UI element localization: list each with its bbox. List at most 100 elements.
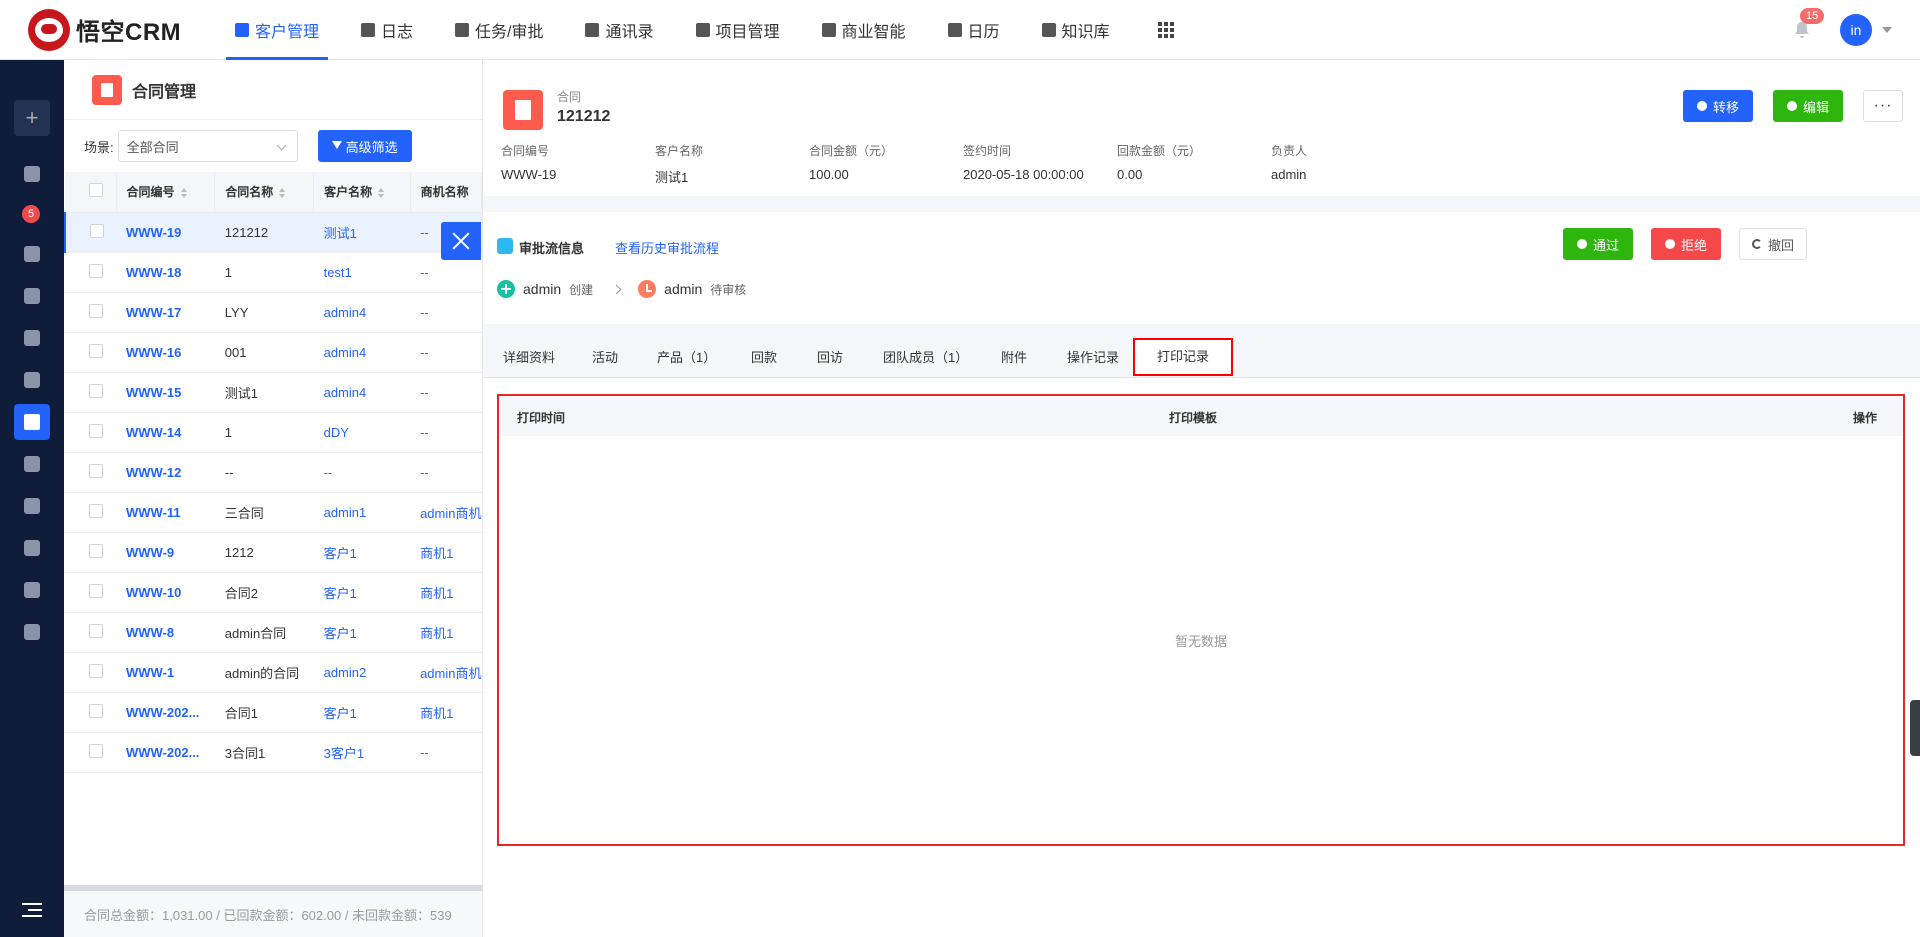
row-checkbox[interactable]: [89, 623, 103, 638]
customer-name-cell-text[interactable]: admin1: [324, 505, 367, 520]
contract-code-cell-text[interactable]: WWW-12: [126, 465, 181, 480]
quick-add-button[interactable]: +: [14, 100, 50, 136]
row-checkbox[interactable]: [89, 463, 103, 478]
customer-name-cell-text[interactable]: admin4: [324, 305, 367, 320]
reject-button[interactable]: 拒绝: [1651, 228, 1722, 260]
notification-bell[interactable]: 15: [1792, 8, 1825, 40]
nav-project-management[interactable]: 项目管理: [675, 0, 801, 60]
table-row[interactable]: WWW-19 121212 测试1 --: [63, 212, 482, 253]
approve-button[interactable]: 通过: [1563, 228, 1634, 260]
table-row[interactable]: WWW-17 LYY admin4 --: [65, 292, 482, 333]
opportunity-name-cell-text[interactable]: --: [420, 425, 429, 440]
customer-icon[interactable]: [24, 288, 40, 304]
send-icon[interactable]: [24, 624, 40, 640]
nav-customer-management[interactable]: 客户管理: [214, 0, 340, 60]
opportunity-name-cell-text[interactable]: 商机1: [420, 706, 453, 721]
tab-details[interactable]: 详细资料: [503, 338, 555, 378]
column-header[interactable]: 商机名称: [410, 172, 483, 213]
table-row[interactable]: WWW-202... 合同1 客户1 商机1: [65, 692, 482, 733]
row-checkbox[interactable]: [89, 423, 103, 438]
nav-knowledge-base[interactable]: 知识库: [1021, 0, 1131, 60]
sort-icon[interactable]: [378, 188, 385, 199]
opportunity-name-cell[interactable]: --: [410, 452, 482, 493]
select-all-checkbox[interactable]: [89, 183, 103, 198]
table-row[interactable]: WWW-11 三合同 admin1 admin商机: [65, 492, 482, 533]
row-checkbox[interactable]: [89, 383, 103, 398]
opportunity-name-cell-text[interactable]: --: [420, 225, 429, 240]
table-row[interactable]: WWW-9 1212 客户1 商机1: [65, 532, 482, 573]
transfer-button[interactable]: 转移: [1683, 90, 1754, 122]
opportunity-name-cell-text[interactable]: 商机1: [420, 626, 453, 641]
row-checkbox[interactable]: [89, 583, 103, 598]
table-row[interactable]: WWW-12 -- -- --: [65, 452, 482, 493]
customer-name-cell[interactable]: 客户1: [313, 692, 411, 733]
contract-code-cell-text[interactable]: WWW-14: [126, 425, 181, 440]
contract-code-cell[interactable]: WWW-202...: [116, 732, 215, 773]
contract-code-cell-text[interactable]: WWW-1: [126, 665, 174, 680]
tab-operation-log[interactable]: 操作记录: [1067, 338, 1119, 378]
sidebar-todo-badge[interactable]: 5: [22, 205, 40, 223]
column-header[interactable]: 客户名称: [313, 172, 411, 213]
clue-icon[interactable]: [24, 246, 40, 262]
customer-name-cell-text[interactable]: 3客户1: [324, 746, 364, 761]
opportunity-name-cell[interactable]: admin商机: [410, 492, 482, 533]
customer-name-cell[interactable]: 客户1: [313, 612, 411, 653]
opportunity-name-cell-text[interactable]: --: [420, 305, 429, 320]
product-icon[interactable]: [24, 582, 40, 598]
opportunity-name-cell-text[interactable]: --: [420, 385, 429, 400]
tab-return-visit[interactable]: 回访: [817, 338, 843, 378]
nav-calendar[interactable]: 日历: [927, 0, 1021, 60]
revoke-button[interactable]: 撤回: [1739, 228, 1808, 260]
customer-name-cell[interactable]: test1: [313, 252, 411, 293]
row-checkbox[interactable]: [90, 223, 104, 238]
edit-button[interactable]: 编辑: [1773, 90, 1844, 122]
customer-name-cell-text[interactable]: admin4: [324, 345, 367, 360]
table-row[interactable]: WWW-10 合同2 客户1 商机1: [65, 572, 482, 613]
customer-name-cell-text[interactable]: 客户1: [324, 706, 357, 721]
tab-print-records[interactable]: 打印记录: [1133, 338, 1234, 376]
opportunity-name-cell[interactable]: 商机1: [410, 572, 482, 613]
contract-code-cell-text[interactable]: WWW-15: [126, 385, 181, 400]
customer-name-cell-text[interactable]: dDY: [324, 425, 349, 440]
contract-code-cell-text[interactable]: WWW-8: [126, 625, 174, 640]
contract-code-cell[interactable]: WWW-15: [116, 372, 215, 413]
user-avatar[interactable]: in: [1840, 14, 1872, 46]
customer-name-cell-text[interactable]: 测试1: [324, 226, 357, 241]
opportunity-icon[interactable]: [24, 372, 40, 388]
contract-code-cell-text[interactable]: WWW-9: [126, 545, 174, 560]
invoice-icon[interactable]: [24, 498, 40, 514]
contract-code-cell[interactable]: WWW-16: [116, 332, 215, 373]
opportunity-name-cell[interactable]: admin商机: [410, 652, 482, 693]
nav-task-approval[interactable]: 任务/审批: [434, 0, 564, 60]
customer-name-cell-text[interactable]: 客户1: [324, 626, 357, 641]
contract-icon[interactable]: [14, 404, 50, 440]
row-checkbox[interactable]: [89, 343, 103, 358]
contract-code-cell[interactable]: WWW-12: [116, 452, 215, 493]
approval-history-link[interactable]: 查看历史审批流程: [615, 238, 719, 257]
customer-name-cell[interactable]: dDY: [313, 412, 411, 453]
customer-name-cell-text[interactable]: --: [324, 465, 333, 480]
contract-code-cell[interactable]: WWW-9: [116, 532, 215, 573]
close-detail-button[interactable]: [441, 222, 481, 260]
opportunity-name-cell-text[interactable]: admin商机: [420, 666, 481, 681]
receivables-icon[interactable]: [24, 456, 40, 472]
opportunity-name-cell-text[interactable]: admin商机: [420, 506, 481, 521]
app-logo[interactable]: 悟空CRM: [28, 8, 198, 51]
more-button[interactable]: ···: [1863, 90, 1903, 122]
opportunity-name-cell[interactable]: --: [410, 732, 482, 773]
opportunity-name-cell[interactable]: 商机1: [410, 532, 482, 573]
collapse-menu-icon[interactable]: [22, 903, 42, 917]
nav-log[interactable]: 日志: [340, 0, 434, 60]
customer-name-cell[interactable]: --: [313, 452, 411, 493]
customer-name-cell[interactable]: 测试1: [313, 212, 411, 253]
column-header[interactable]: 合同编号: [116, 172, 216, 213]
customer-name-cell[interactable]: admin1: [313, 492, 411, 533]
contacts-icon[interactable]: [24, 330, 40, 346]
row-checkbox[interactable]: [89, 263, 103, 278]
sort-icon[interactable]: [279, 188, 286, 199]
contract-code-cell[interactable]: WWW-8: [116, 612, 215, 653]
customer-name-cell-text[interactable]: 客户1: [324, 586, 357, 601]
customer-name-cell[interactable]: admin4: [313, 372, 411, 413]
customer-name-cell[interactable]: admin4: [313, 332, 411, 373]
opportunity-name-cell-text[interactable]: --: [420, 745, 429, 760]
